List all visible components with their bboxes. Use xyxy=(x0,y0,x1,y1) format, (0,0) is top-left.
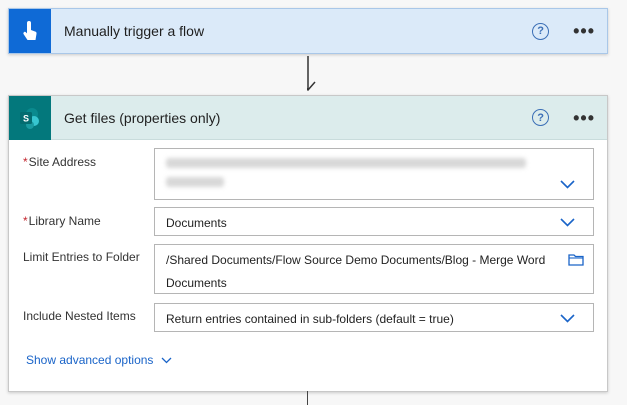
redacted-value xyxy=(166,177,224,187)
nested-items-value: Return entries contained in sub-folders … xyxy=(166,312,454,326)
library-name-label-text: Library Name xyxy=(28,214,101,228)
limit-folder-value-line2: Documents xyxy=(166,276,227,290)
get-files-card-header[interactable]: S Get files (properties only) ? ••• xyxy=(9,95,607,140)
more-options-icon[interactable]: ••• xyxy=(573,22,595,40)
show-advanced-options-label: Show advanced options xyxy=(26,353,154,367)
limit-folder-field[interactable]: /Shared Documents/Flow Source Demo Docum… xyxy=(154,244,594,294)
trigger-card-header[interactable]: Manually trigger a flow ? ••• xyxy=(9,9,607,53)
site-address-label-text: Site Address xyxy=(28,155,97,169)
trigger-title: Manually trigger a flow xyxy=(64,23,205,39)
redacted-value xyxy=(166,158,526,168)
chevron-down-icon[interactable] xyxy=(560,314,575,323)
folder-icon[interactable] xyxy=(568,253,584,266)
svg-text:S: S xyxy=(23,113,29,123)
required-marker: * xyxy=(23,214,28,228)
flow-canvas: Manually trigger a flow ? ••• S Get file… xyxy=(0,0,627,405)
connector-line xyxy=(307,391,308,405)
trigger-card[interactable]: Manually trigger a flow ? ••• xyxy=(8,8,608,54)
site-address-field[interactable] xyxy=(154,148,594,200)
touch-hand-icon xyxy=(9,9,51,53)
show-advanced-options-link[interactable]: Show advanced options xyxy=(26,353,172,367)
site-address-label: *Site Address xyxy=(23,155,96,169)
library-name-label: *Library Name xyxy=(23,214,101,228)
library-name-dropdown[interactable]: Documents xyxy=(154,207,594,236)
help-icon[interactable]: ? xyxy=(532,22,550,40)
nested-items-dropdown[interactable]: Return entries contained in sub-folders … xyxy=(154,303,594,332)
library-name-value: Documents xyxy=(166,216,227,230)
more-options-icon[interactable]: ••• xyxy=(573,109,595,127)
sharepoint-icon: S xyxy=(9,95,51,140)
limit-folder-label: Limit Entries to Folder xyxy=(23,250,140,264)
limit-folder-value-line1: /Shared Documents/Flow Source Demo Docum… xyxy=(166,253,546,267)
chevron-down-icon[interactable] xyxy=(560,180,575,189)
get-files-title: Get files (properties only) xyxy=(64,109,221,126)
help-icon[interactable]: ? xyxy=(532,109,550,126)
connector-arrow-icon xyxy=(307,56,316,92)
nested-items-label: Include Nested Items xyxy=(23,309,136,323)
chevron-down-icon[interactable] xyxy=(560,218,575,227)
chevron-down-icon xyxy=(161,357,172,363)
get-files-card: S Get files (properties only) ? ••• *Sit… xyxy=(8,95,608,392)
required-marker: * xyxy=(23,155,28,169)
